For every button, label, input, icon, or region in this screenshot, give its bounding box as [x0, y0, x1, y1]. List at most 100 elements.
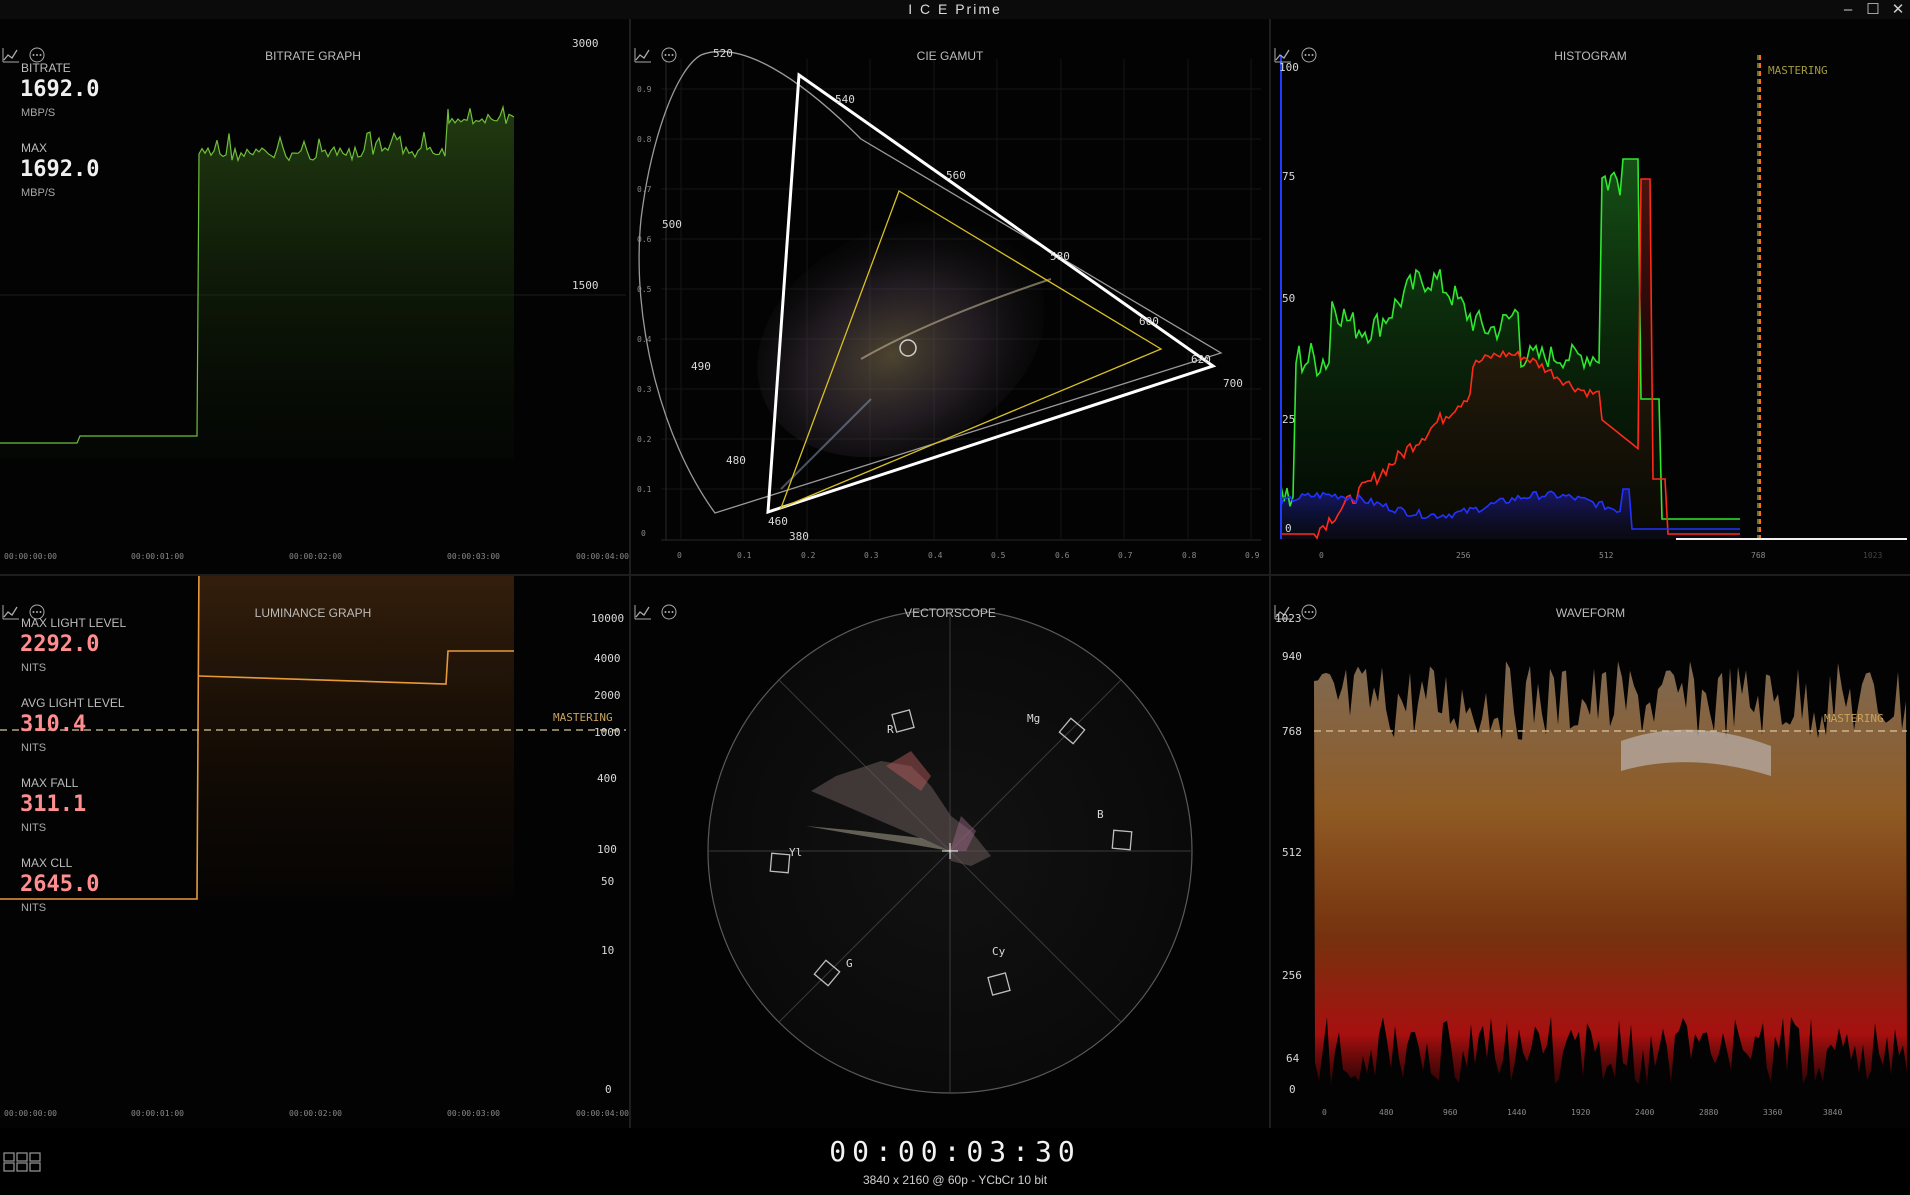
- max-label: MAX: [21, 141, 48, 155]
- bitrate-label: BITRATE: [21, 61, 71, 75]
- x-tick: 480: [1379, 1108, 1394, 1117]
- wavelength-label: 460: [768, 515, 788, 528]
- x-tick: 00:00:00:00: [4, 1109, 57, 1118]
- y-tick: 1000: [594, 726, 621, 739]
- vectorscope: [707, 608, 1193, 1094]
- x-tick: 1920: [1571, 1108, 1591, 1117]
- panel-title: BITRATE GRAPH: [265, 49, 361, 63]
- mastering-label: MASTERING: [1768, 64, 1828, 77]
- x-tick: 0: [1319, 551, 1324, 560]
- x-tick: 00:00:03:00: [447, 1109, 500, 1118]
- x-tick: 00:00:04:00: [576, 1109, 629, 1118]
- cie-diagram: [638, 50, 1261, 541]
- wavelength-label: 700: [1223, 377, 1243, 390]
- y-tick: 0.7: [637, 185, 652, 194]
- waveform-trace: [1314, 661, 1907, 1086]
- y-tick: 100: [597, 843, 617, 856]
- vectorscope-panel: VECTORSCOPE R Mg B Cy G Yl: [631, 576, 1269, 1128]
- target-label-g: G: [846, 957, 853, 970]
- video-format: 3840 x 2160 @ 60p - YCbCr 10 bit: [862, 1173, 1048, 1187]
- wavelength-label: 560: [946, 169, 966, 182]
- y-tick: 64: [1286, 1052, 1300, 1065]
- max-cll-unit: NITS: [21, 902, 47, 914]
- y-tick: 0.1: [637, 485, 652, 494]
- x-tick: 0.7: [1118, 551, 1133, 560]
- x-tick: 2880: [1699, 1108, 1719, 1117]
- y-tick: 0.5: [637, 285, 652, 294]
- x-tick: 00:00:01:00: [131, 1109, 184, 1118]
- waveform-chart: [1314, 661, 1907, 1086]
- minimize-button[interactable]: –: [1836, 0, 1860, 19]
- max-value: 1692.0: [20, 157, 100, 182]
- maximize-button[interactable]: ☐: [1861, 0, 1885, 19]
- x-tick: 00:00:01:00: [131, 552, 184, 561]
- max-fall-value: 311.1: [20, 792, 87, 817]
- y-tick: 100: [1279, 61, 1299, 74]
- x-tick: 0: [1322, 1108, 1327, 1117]
- y-tick: 10000: [591, 612, 625, 625]
- max-light-label: MAX LIGHT LEVEL: [21, 616, 127, 630]
- panel-title: VECTORSCOPE: [904, 606, 996, 620]
- target-label-mg: Mg: [1027, 712, 1041, 725]
- mastering-label: MASTERING: [553, 711, 613, 724]
- x-tick: 512: [1599, 551, 1614, 560]
- x-tick: 00:00:04:00: [576, 552, 629, 561]
- x-tick: 256: [1456, 551, 1471, 560]
- y-tick: 0: [641, 529, 646, 538]
- y-tick: 0.8: [637, 135, 652, 144]
- y-tick: 10: [601, 944, 615, 957]
- divider: [0, 574, 1910, 576]
- y-tick: 0.9: [637, 85, 652, 94]
- max-unit: MBP/S: [21, 187, 56, 199]
- y-tick: 512: [1282, 846, 1302, 859]
- wavelength-label: 520: [713, 47, 733, 60]
- luminance-graph: [0, 576, 626, 900]
- y-tick: 940: [1282, 650, 1302, 663]
- max-cll-value: 2645.0: [20, 872, 100, 897]
- luminance-graph-panel: LUMINANCE GRAPH MAX LIGHT LEVEL 2292.0 N…: [0, 576, 629, 1128]
- wavelength-label: 600: [1139, 315, 1159, 328]
- x-tick: 00:00:03:00: [447, 552, 500, 561]
- wavelength-label: 540: [835, 93, 855, 106]
- x-tick: 0.2: [801, 551, 816, 560]
- x-tick: 768: [1751, 551, 1766, 560]
- y-tick: 0.3: [637, 385, 652, 394]
- y-tick: 0: [1289, 1083, 1296, 1096]
- wavelength-label: 500: [662, 218, 682, 231]
- y-tick: 50: [1282, 292, 1296, 305]
- wavelength-label: 480: [726, 454, 746, 467]
- avg-light-unit: NITS: [21, 742, 47, 754]
- y-tick: 75: [1282, 170, 1296, 183]
- x-tick: 0: [677, 551, 682, 560]
- y-tick: 0.4: [637, 335, 652, 344]
- y-tick: 3000: [572, 37, 599, 50]
- close-button[interactable]: ✕: [1886, 0, 1910, 19]
- histogram-panel: HISTOGRAM MASTERING 100 75 50 25 0 0 256…: [1271, 19, 1910, 574]
- y-tick: 1500: [572, 279, 599, 292]
- x-tick: 1023: [1863, 551, 1883, 560]
- x-tick: 3840: [1823, 1108, 1843, 1117]
- target-label-r: R: [887, 723, 894, 736]
- avg-light-value: 310.4: [20, 712, 87, 737]
- x-tick: 3360: [1763, 1108, 1783, 1117]
- cie-gamut-panel: CIE GAMUT 520 540 560 580 600 620 700 50…: [631, 19, 1269, 574]
- max-fall-unit: NITS: [21, 822, 47, 834]
- wavelength-label: 490: [691, 360, 711, 373]
- panel-title: HISTOGRAM: [1554, 49, 1627, 63]
- max-light-unit: NITS: [21, 662, 47, 674]
- wavelength-label: 380: [789, 530, 809, 543]
- y-tick: 0.6: [637, 235, 652, 244]
- x-tick: 0.3: [864, 551, 879, 560]
- x-tick: 00:00:02:00: [289, 552, 342, 561]
- target-label-yl: Yl: [789, 846, 803, 859]
- x-tick: 0.5: [991, 551, 1006, 560]
- x-tick: 00:00:00:00: [4, 552, 57, 561]
- bitrate-graph-panel: BITRATE GRAPH BITRATE 1692.0 MBP/S MAX 1…: [0, 19, 629, 574]
- title-bar: I C E Prime – ☐ ✕: [0, 0, 1910, 19]
- bitrate-graph: [0, 104, 626, 459]
- y-tick: 25: [1282, 413, 1296, 426]
- target-label-b: B: [1097, 808, 1104, 821]
- y-tick: 0.2: [637, 435, 652, 444]
- x-tick: 00:00:02:00: [289, 1109, 342, 1118]
- max-cll-label: MAX CLL: [21, 856, 73, 870]
